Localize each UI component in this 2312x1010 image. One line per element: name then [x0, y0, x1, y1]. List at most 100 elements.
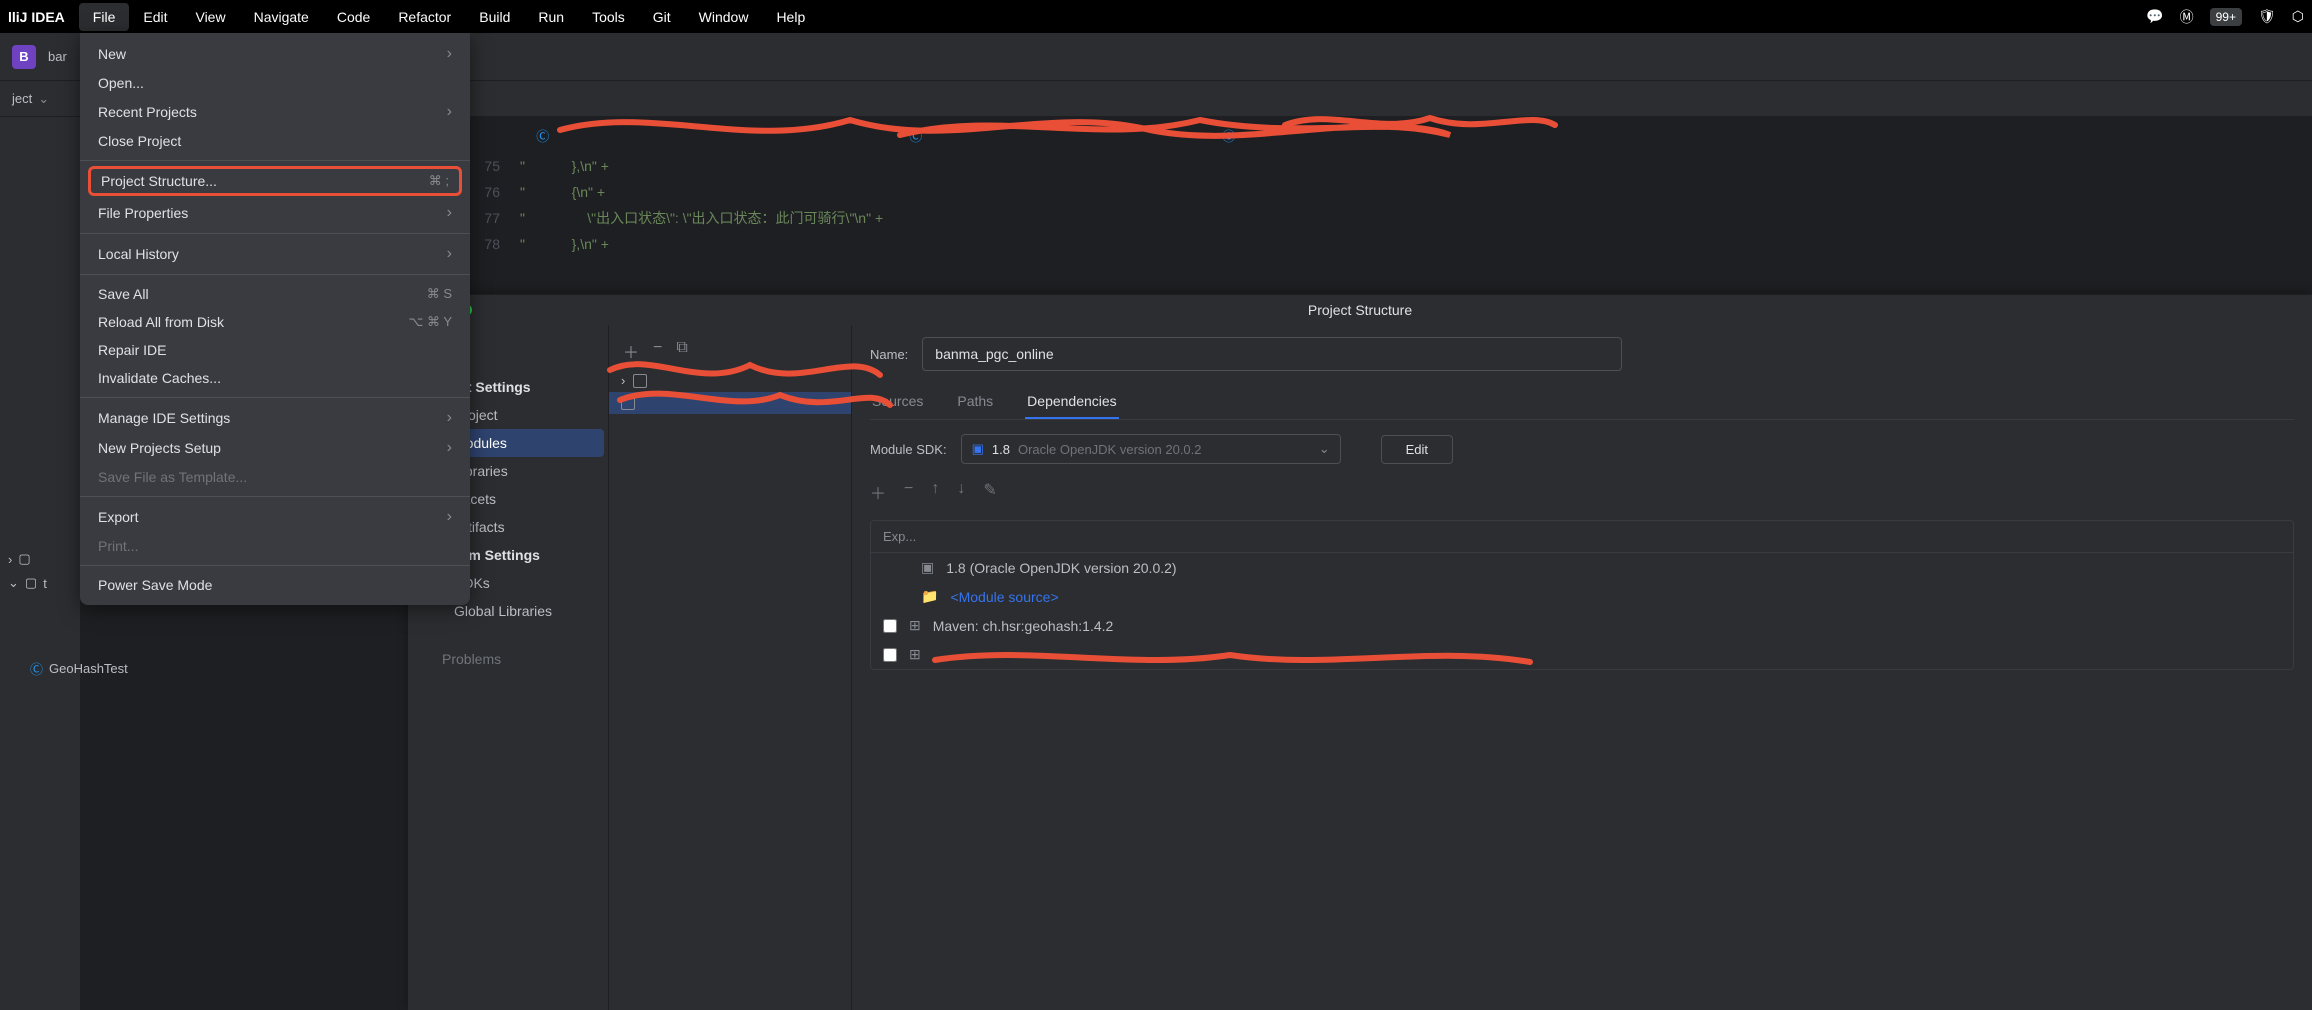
dep-row[interactable]: ⊞Maven: ch.hsr:geohash:1.4.2	[871, 611, 2293, 640]
shortcut: ⌘ S	[427, 286, 452, 302]
code-text: " {\n" +	[520, 184, 605, 200]
menu-edit[interactable]: Edit	[129, 3, 181, 31]
chevron-right-icon: ›	[447, 409, 452, 427]
menu-recent-projects[interactable]: Recent Projects›	[80, 97, 470, 127]
dialog-titlebar: Project Structure	[408, 295, 2312, 325]
folder-icon: 📁	[921, 588, 938, 605]
chevron-right-icon: ›	[621, 373, 625, 388]
wechat-icon[interactable]: 💬	[2146, 8, 2163, 25]
edit-icon[interactable]: ✎	[983, 480, 996, 504]
menu-navigate[interactable]: Navigate	[240, 3, 323, 31]
menu-file[interactable]: File	[79, 3, 130, 31]
module-item[interactable]	[609, 392, 851, 414]
name-label: Name:	[870, 347, 908, 362]
copy-icon[interactable]: ⧉	[676, 339, 687, 363]
dep-checkbox[interactable]	[883, 648, 897, 662]
class-icon: Ⓒ	[536, 126, 549, 145]
editor-tabs: Ⓒa Ⓒ Ⓒ Ⓒ	[410, 117, 2312, 153]
tree-node[interactable]: ⒸGeoHashTest	[0, 655, 80, 682]
folder-icon: ▢	[18, 551, 30, 567]
chevron-right-icon: ›	[447, 45, 452, 63]
project-label[interactable]: ject	[12, 91, 32, 106]
sidebar-problems[interactable]: Problems	[412, 645, 604, 673]
project-name[interactable]: bar	[48, 49, 67, 64]
module-icon	[633, 374, 647, 388]
tab-sources[interactable]: Sources	[870, 385, 925, 419]
dep-row[interactable]: ▣1.8 (Oracle OpenJDK version 20.0.2)	[871, 553, 2293, 582]
menu-reload[interactable]: Reload All from Disk⌥ ⌘ Y	[80, 308, 470, 336]
menu-save-all[interactable]: Save All⌘ S	[80, 280, 470, 308]
sdk-combo[interactable]: ▣ 1.8 Oracle OpenJDK version 20.0.2 ⌄	[961, 434, 1341, 464]
menu-invalidate-caches[interactable]: Invalidate Caches...	[80, 364, 470, 392]
menu-print: Print...	[80, 532, 470, 560]
app-name: lliJ IDEA	[8, 9, 65, 25]
menu-export[interactable]: Export›	[80, 502, 470, 532]
dep-row[interactable]: 📁<Module source>	[871, 582, 2293, 611]
project-tree[interactable]: ›▢ ⌄▢t ⒸGeoHashTest	[0, 117, 80, 1010]
menu-run[interactable]: Run	[524, 3, 578, 31]
menu-git[interactable]: Git	[639, 3, 685, 31]
shortcut: ⌥ ⌘ Y	[408, 314, 452, 330]
menu-refactor[interactable]: Refactor	[384, 3, 465, 31]
editor[interactable]: 75" },\n" + 76" {\n" + 77" \"出入口状态\": \"…	[410, 153, 2312, 257]
dep-checkbox[interactable]	[883, 619, 897, 633]
menu-repair-ide[interactable]: Repair IDE	[80, 336, 470, 364]
chevron-down-icon: ⌄	[38, 91, 49, 107]
down-icon[interactable]: ↓	[957, 480, 965, 504]
menu-new[interactable]: New›	[80, 39, 470, 69]
file-menu-dropdown: New› Open... Recent Projects› Close Proj…	[80, 33, 470, 605]
chevron-right-icon: ›	[447, 245, 452, 263]
project-badge[interactable]: B	[12, 45, 36, 69]
sdk-label: Module SDK:	[870, 442, 947, 457]
menu-project-structure[interactable]: Project Structure...⌘ ;	[88, 166, 462, 196]
menu-close-project[interactable]: Close Project	[80, 127, 470, 155]
tab-paths[interactable]: Paths	[955, 385, 995, 419]
dep-toolbar: ＋ − ↑ ↓ ✎	[870, 478, 2294, 506]
shortcut: ⌘ ;	[429, 173, 449, 189]
editor-tab[interactable]: Ⓒ	[1222, 126, 1235, 145]
menu-new-projects-setup[interactable]: New Projects Setup›	[80, 433, 470, 463]
menu-open[interactable]: Open...	[80, 69, 470, 97]
dependencies-table: Exp... ▣1.8 (Oracle OpenJDK version 20.0…	[870, 520, 2294, 670]
menu-local-history[interactable]: Local History›	[80, 239, 470, 269]
m-icon[interactable]: Ⓜ	[2180, 7, 2194, 27]
remove-icon[interactable]: −	[653, 339, 662, 363]
tree-node[interactable]: ›▢	[0, 547, 80, 571]
menu-code[interactable]: Code	[323, 3, 384, 31]
menu-manage-ide-settings[interactable]: Manage IDE Settings›	[80, 403, 470, 433]
editor-tab[interactable]: Ⓒ	[536, 126, 549, 145]
tab-dependencies[interactable]: Dependencies	[1025, 385, 1119, 419]
table-header[interactable]: Exp...	[871, 521, 2293, 553]
remove-icon[interactable]: −	[904, 480, 913, 504]
menu-window[interactable]: Window	[685, 3, 763, 31]
tree-node[interactable]: ⌄▢t	[0, 571, 80, 595]
add-icon[interactable]: ＋	[623, 339, 639, 363]
add-icon[interactable]: ＋	[870, 480, 886, 504]
notif-badge[interactable]: 99+	[2210, 8, 2242, 26]
module-item[interactable]: ›	[609, 369, 851, 392]
folder-icon: ▢	[25, 575, 37, 591]
up-icon[interactable]: ↑	[931, 480, 939, 504]
settings-icon[interactable]: ⬡	[2292, 8, 2304, 25]
shield-icon[interactable]: 🛡	[2258, 8, 2276, 25]
menu-help[interactable]: Help	[762, 3, 819, 31]
sdk-icon: ▣	[921, 559, 934, 576]
code-text: " \"出入口状态\": \"出入口状态：此门可骑行\"\n" +	[520, 208, 883, 228]
sdk-desc: Oracle OpenJDK version 20.0.2	[1018, 442, 1202, 457]
dep-row[interactable]: ⊞	[871, 640, 2293, 669]
menu-view[interactable]: View	[181, 3, 239, 31]
menu-build[interactable]: Build	[465, 3, 524, 31]
editor-tab[interactable]: Ⓒ	[909, 126, 922, 145]
menu-tools[interactable]: Tools	[578, 3, 639, 31]
chevron-right-icon: ›	[8, 552, 12, 567]
menu-power-save[interactable]: Power Save Mode	[80, 571, 470, 599]
module-name-input[interactable]	[922, 337, 1622, 371]
edit-button[interactable]: Edit	[1381, 435, 1453, 464]
class-icon: Ⓒ	[909, 126, 922, 145]
separator	[80, 565, 470, 566]
menu-file-properties[interactable]: File Properties›	[80, 198, 470, 228]
chevron-right-icon: ›	[447, 204, 452, 222]
code-text: " },\n" +	[520, 236, 609, 252]
dialog-title: Project Structure	[1308, 302, 1412, 318]
menu-save-template: Save File as Template...	[80, 463, 470, 491]
